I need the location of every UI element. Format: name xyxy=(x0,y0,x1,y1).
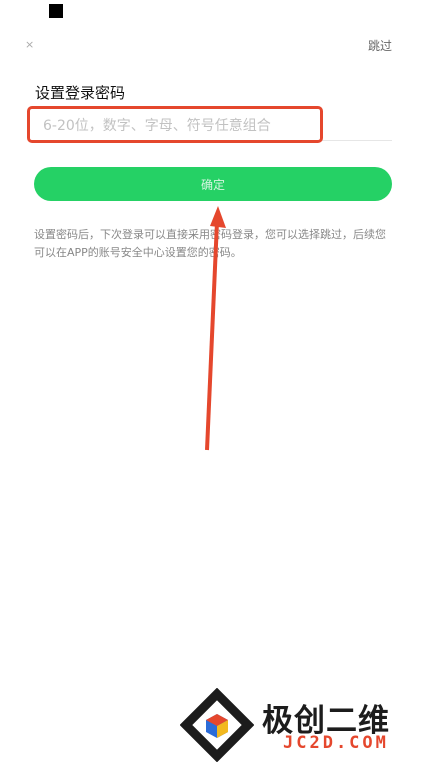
confirm-button[interactable]: 确定 xyxy=(34,167,392,201)
password-input[interactable] xyxy=(35,111,392,141)
skip-button[interactable]: 跳过 xyxy=(368,37,392,54)
page-title: 设置登录密码 xyxy=(35,84,126,102)
status-bar-square xyxy=(49,4,63,18)
watermark-logo-icon xyxy=(180,688,254,762)
watermark-url: JC2D.COM xyxy=(283,733,389,753)
password-hint-text: 设置密码后，下次登录可以直接采用密码登录，您可以选择跳过，后续您可以在APP的账… xyxy=(34,228,386,259)
close-icon[interactable]: × xyxy=(25,38,34,51)
